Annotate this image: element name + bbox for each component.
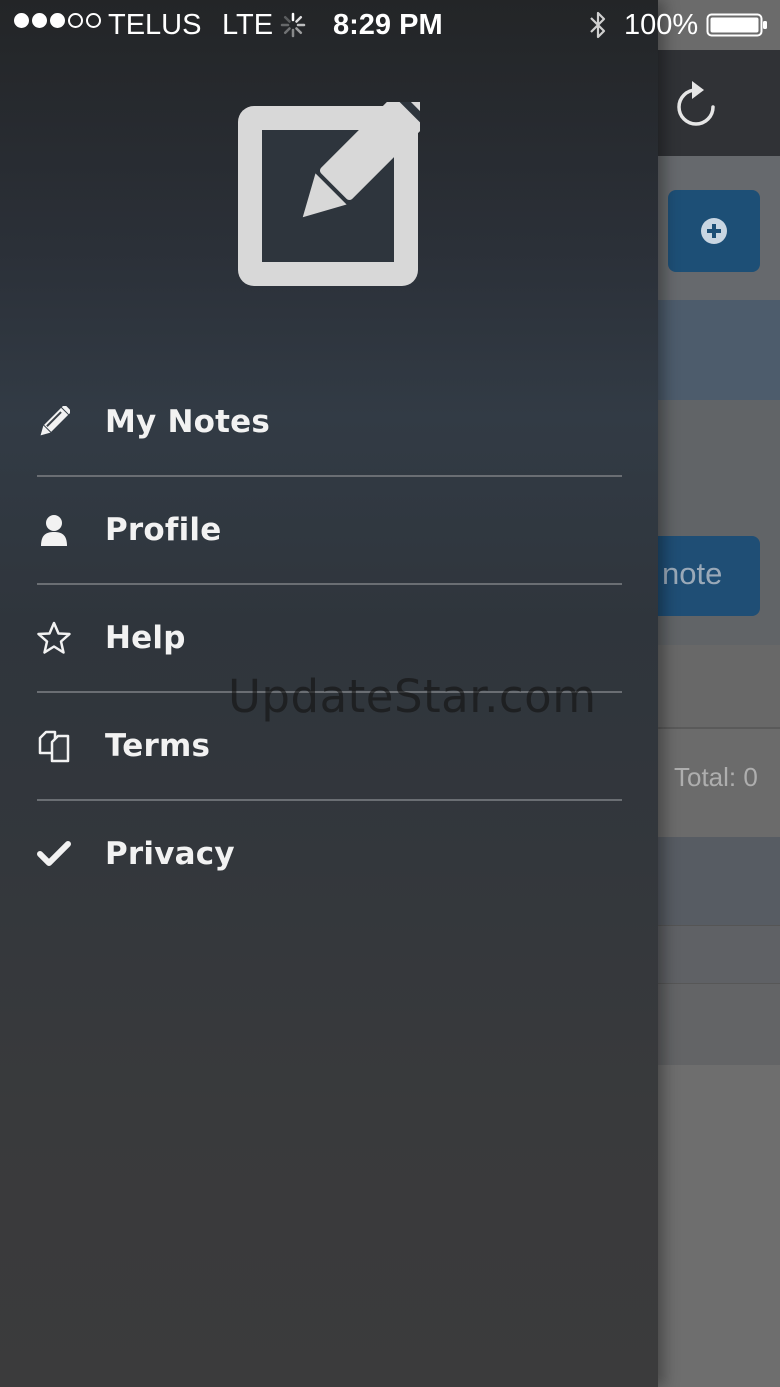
notes-total-label: Total: 0 bbox=[674, 762, 758, 792]
watermark-text: UpdateStar.com bbox=[228, 670, 597, 723]
menu-item-profile[interactable]: Profile bbox=[37, 477, 622, 585]
refresh-icon[interactable] bbox=[672, 78, 720, 130]
activity-spinner-icon bbox=[280, 12, 306, 38]
menu-item-label: My Notes bbox=[105, 404, 270, 440]
menu-item-label: Privacy bbox=[105, 836, 235, 872]
menu-item-label: Help bbox=[105, 620, 186, 656]
signal-dot bbox=[14, 13, 29, 28]
checkmark-icon bbox=[37, 837, 71, 871]
signal-dot bbox=[32, 13, 47, 28]
network-type: LTE bbox=[222, 9, 274, 41]
star-icon bbox=[37, 621, 71, 655]
signal-icon bbox=[14, 13, 101, 28]
edit-note-icon bbox=[238, 102, 420, 286]
new-note-button-label: note bbox=[662, 556, 723, 591]
background-section bbox=[658, 983, 780, 1067]
add-note-button[interactable] bbox=[668, 190, 760, 272]
pencil-icon bbox=[37, 405, 71, 439]
bluetooth-icon bbox=[590, 11, 606, 39]
drawer-menu: My Notes Profile Help Terms Privacy bbox=[0, 369, 658, 907]
menu-item-my-notes[interactable]: My Notes bbox=[37, 369, 622, 477]
menu-item-label: Terms bbox=[105, 728, 211, 764]
plus-circle-icon bbox=[701, 218, 727, 244]
background-section bbox=[658, 1065, 780, 1387]
battery-percentage: 100% bbox=[624, 9, 699, 41]
menu-item-label: Profile bbox=[105, 512, 222, 548]
background-section bbox=[658, 925, 780, 984]
signal-dot bbox=[86, 13, 101, 28]
user-icon bbox=[37, 513, 71, 547]
battery-icon bbox=[706, 13, 767, 37]
menu-item-privacy[interactable]: Privacy bbox=[37, 801, 622, 907]
documents-icon bbox=[37, 729, 71, 763]
signal-dot bbox=[50, 13, 65, 28]
signal-dot bbox=[68, 13, 83, 28]
clock: 8:29 PM bbox=[333, 9, 443, 41]
background-section bbox=[658, 300, 780, 400]
status-bar: TELUS LTE 8:29 PM 100% bbox=[0, 0, 780, 50]
carrier-name: TELUS bbox=[108, 9, 202, 41]
background-section bbox=[658, 837, 780, 925]
background-section bbox=[658, 645, 780, 727]
